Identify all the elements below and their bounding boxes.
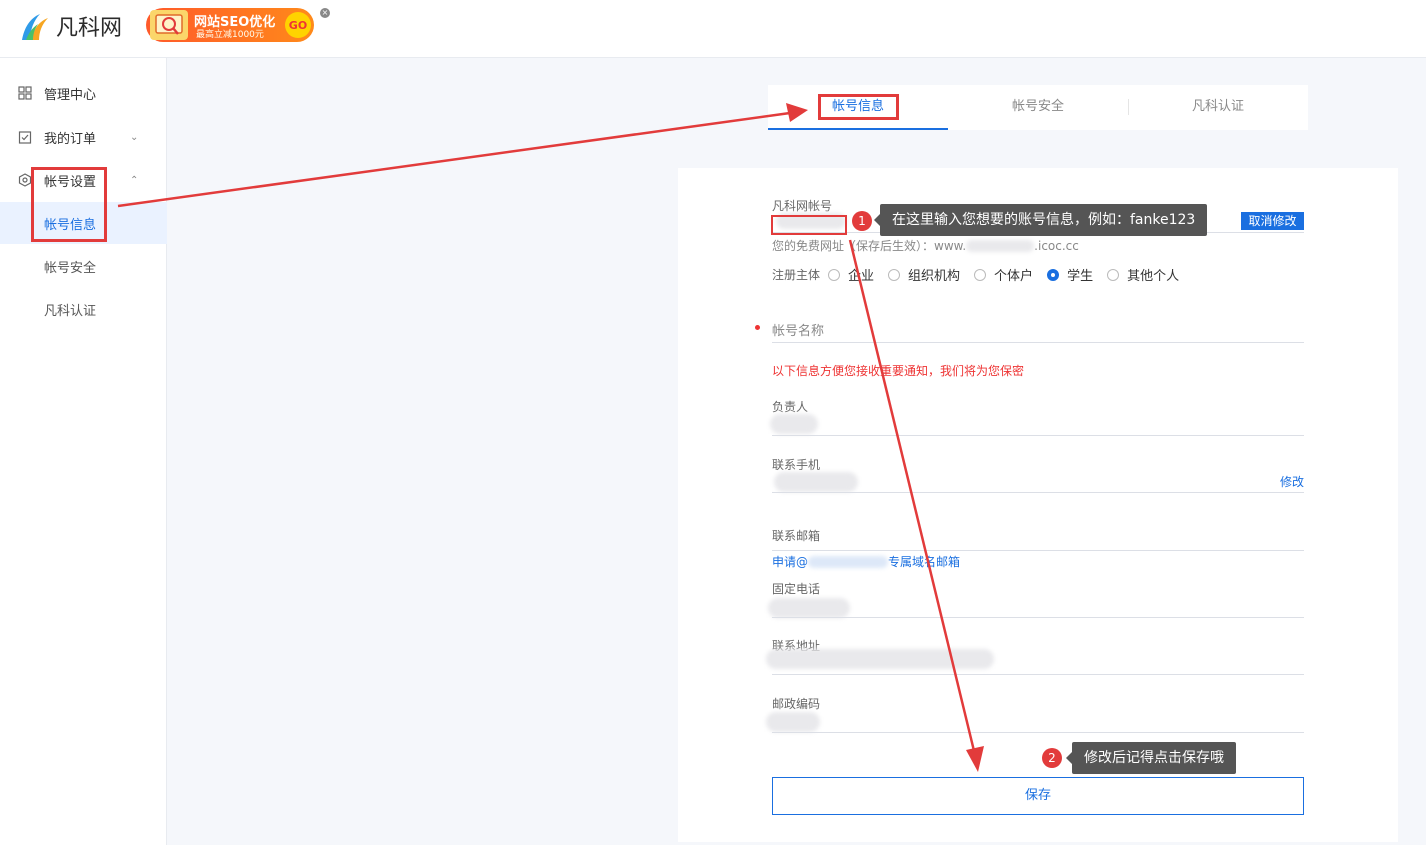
- sidebar-subitem-label: 凡科认证: [44, 303, 97, 319]
- sidebar-item-label: 管理中心: [44, 87, 97, 103]
- entity-option-label: 其他个人: [1127, 269, 1180, 284]
- logo-icon: [22, 14, 48, 40]
- grid-icon: [18, 86, 32, 100]
- save-button[interactable]: 保存: [772, 777, 1304, 815]
- ad-subtitle: 最高立减1000元: [196, 30, 264, 40]
- landline-value-redacted[interactable]: [768, 598, 850, 618]
- radio-icon: [888, 268, 901, 281]
- chevron-down-icon: ⌄: [130, 131, 139, 143]
- zip-underline: [772, 732, 1304, 733]
- entity-option-label: 企业: [848, 269, 875, 284]
- free-site-hint-suffix: .icoc.cc: [1034, 239, 1079, 253]
- account-name-label: 帐号名称: [772, 324, 825, 339]
- email-underline[interactable]: [772, 550, 1304, 551]
- address-underline: [772, 674, 1304, 675]
- free-site-hint-prefix: 您的免费网址（保存后生效）：www.: [772, 239, 967, 253]
- radio-icon: [1107, 268, 1120, 281]
- phone-edit-link[interactable]: 修改: [1280, 473, 1304, 490]
- entity-option-student[interactable]: 学生: [1047, 265, 1093, 284]
- tab-certification[interactable]: 凡科认证: [1128, 85, 1308, 130]
- redacted-domain: [808, 556, 889, 568]
- sidebar-subitem-account-security[interactable]: 帐号安全: [0, 245, 167, 287]
- email-label: 联系邮箱: [772, 529, 821, 543]
- sidebar-item-orders[interactable]: 我的订单 ⌄: [0, 116, 167, 158]
- ad-close-icon[interactable]: ×: [320, 8, 330, 18]
- magnifier-icon: [150, 10, 188, 40]
- step-2-tooltip: 修改后记得点击保存哦: [1066, 742, 1236, 774]
- sidebar-item-label: 我的订单: [44, 131, 97, 147]
- entity-option-company[interactable]: 企业: [828, 265, 874, 284]
- step-1-badge: 1: [852, 211, 872, 231]
- sidebar-item-dashboard[interactable]: 管理中心: [0, 72, 167, 114]
- entity-option-individual-business[interactable]: 个体户: [974, 265, 1033, 284]
- settings-icon: [18, 173, 32, 187]
- landline-label: 固定电话: [772, 582, 821, 596]
- phone-value-redacted[interactable]: [774, 472, 858, 492]
- redacted-domain: [966, 240, 1035, 252]
- entity-option-other-person[interactable]: 其他个人: [1107, 265, 1179, 284]
- person-label: 负责人: [772, 400, 809, 414]
- cancel-edit-button[interactable]: 取消修改: [1241, 212, 1304, 230]
- zip-value-redacted[interactable]: [766, 712, 820, 732]
- phone-label: 联系手机: [772, 458, 821, 472]
- account-label: 凡科网帐号: [772, 199, 833, 213]
- apply-domain-email-link[interactable]: 申请@ 专属域名邮箱: [772, 553, 960, 570]
- sidebar-subitem-label: 帐号安全: [44, 260, 97, 276]
- entity-option-label: 组织机构: [908, 269, 961, 284]
- email-apply-prefix: 申请@: [772, 555, 809, 569]
- top-bar: 凡科网 网站SEO优化 最高立减1000元 GO ×: [0, 0, 1426, 58]
- ad-go-button[interactable]: GO: [285, 12, 311, 38]
- email-apply-suffix: 专属域名邮箱: [888, 555, 961, 569]
- entity-label: 注册主体: [772, 268, 821, 282]
- address-value-redacted[interactable]: [766, 649, 994, 669]
- radio-checked-icon: [1047, 268, 1060, 281]
- account-name-underline[interactable]: [772, 342, 1304, 343]
- logo-text: 凡科网: [56, 16, 123, 41]
- entity-radio-group: 注册主体 企业 组织机构 个体户 学生 其他个人: [772, 265, 1193, 284]
- annotation-box-account-input: [771, 215, 847, 235]
- phone-underline: [772, 492, 1304, 493]
- seo-ad-banner[interactable]: 网站SEO优化 最高立减1000元 GO: [146, 8, 314, 42]
- step-1-tooltip: 在这里输入您想要的账号信息，例如：fanke123: [873, 204, 1208, 236]
- required-dot: [755, 325, 760, 330]
- chevron-up-icon: ⌃: [130, 174, 139, 186]
- person-underline: [772, 435, 1304, 436]
- entity-option-label: 个体户: [994, 269, 1034, 284]
- privacy-notice: 以下信息方便您接收重要通知，我们将为您保密: [772, 364, 1025, 378]
- entity-option-label: 学生: [1067, 269, 1094, 284]
- annotation-box-sidebar: [31, 167, 107, 242]
- tab-divider: [1128, 99, 1129, 115]
- free-site-hint: 您的免费网址（保存后生效）：www. .icoc.cc: [772, 237, 1079, 254]
- radio-icon: [828, 268, 841, 281]
- radio-icon: [974, 268, 987, 281]
- zip-label: 邮政编码: [772, 697, 821, 711]
- step-2-badge: 2: [1042, 748, 1062, 768]
- entity-option-organization[interactable]: 组织机构: [888, 265, 960, 284]
- person-value-redacted[interactable]: [770, 414, 818, 434]
- tab-account-security[interactable]: 帐号安全: [948, 85, 1128, 130]
- sidebar-subitem-certification[interactable]: 凡科认证: [0, 288, 167, 330]
- logo[interactable]: 凡科网: [18, 10, 122, 42]
- landline-underline: [772, 617, 1304, 618]
- annotation-box-tab: [818, 94, 899, 120]
- order-icon: [18, 131, 32, 144]
